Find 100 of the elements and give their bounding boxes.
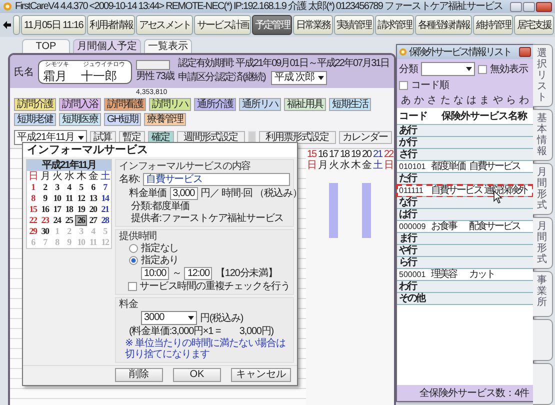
group-row[interactable]: は行 xyxy=(397,209,533,221)
sub-tab[interactable]: 月間個人予定 xyxy=(73,39,141,53)
nav-button[interactable]: アセスメント xyxy=(136,15,194,35)
service-type-button[interactable]: 通所介護 xyxy=(194,98,236,111)
weekday-label: 金 xyxy=(362,160,371,171)
calendar-day[interactable]: 24 xyxy=(51,215,63,226)
calendar-day[interactable]: 5 xyxy=(75,182,87,193)
nav-button[interactable]: 請求管理 xyxy=(374,15,414,35)
calendar-button[interactable]: カレンダー xyxy=(338,131,392,144)
calendar-day[interactable]: 8 xyxy=(27,193,39,204)
calendar-day[interactable]: 26 xyxy=(75,215,87,226)
calendar-day[interactable]: 1 xyxy=(27,182,39,193)
kana-filter-button[interactable]: は xyxy=(466,95,477,106)
service-type-button[interactable]: 療養管理 xyxy=(144,113,186,126)
dialog-button[interactable]: 削除 xyxy=(115,368,163,382)
sub-tab[interactable]: TOP xyxy=(22,39,70,53)
side-tab[interactable]: 事業所 xyxy=(533,271,553,317)
calendar-day[interactable]: 11 xyxy=(63,193,75,204)
side-tab[interactable]: 選択リスト xyxy=(533,44,553,107)
service-type-button[interactable]: 短期医療 xyxy=(59,113,101,126)
kana-filter-button[interactable]: あ xyxy=(401,95,411,106)
dialog-button[interactable]: OK xyxy=(173,368,221,382)
list-row[interactable]: 000009 お食事 配食サービス xyxy=(397,221,533,233)
kana-filter-button[interactable]: さ xyxy=(427,95,438,106)
calendar-day[interactable]: 25 xyxy=(63,215,75,226)
calendar-day[interactable]: 18 xyxy=(63,204,75,215)
calendar-day[interactable]: 13 xyxy=(87,193,99,204)
nav-button[interactable]: 維持管理 xyxy=(473,15,514,35)
calendar-day[interactable]: 23 xyxy=(39,215,51,226)
side-tab[interactable]: 月間形式 xyxy=(533,217,553,269)
calendar-day[interactable]: 17 xyxy=(51,204,63,215)
kana-filter-button[interactable]: な xyxy=(453,95,464,106)
group-row[interactable]: ら行 xyxy=(397,257,533,269)
calendar-day[interactable]: 28 xyxy=(99,215,111,226)
service-type-button[interactable]: 通所リハ xyxy=(239,98,281,111)
weekday-label: 金 xyxy=(87,171,99,182)
service-type-button[interactable]: 訪問介護 xyxy=(14,98,56,111)
calendar-day[interactable]: 30 xyxy=(39,226,51,237)
group-row[interactable]: ま行 xyxy=(397,233,533,245)
group-row[interactable]: その他 xyxy=(397,293,533,305)
calendar-day[interactable]: 6 xyxy=(87,182,99,193)
group-row[interactable]: わ行 xyxy=(397,281,533,293)
kana-filter-button[interactable]: わ xyxy=(518,95,529,106)
calendar-day[interactable]: 15 xyxy=(27,204,39,215)
weekday-label: 土 xyxy=(99,171,111,182)
calendar-day[interactable]: 20 xyxy=(87,204,99,215)
calendar-day[interactable]: 7 xyxy=(99,182,111,193)
group-row[interactable]: や行 xyxy=(397,245,533,257)
fee-dropdown[interactable]: 3000 xyxy=(141,311,197,325)
nav-button[interactable]: 日常業務 xyxy=(293,15,333,35)
nav-button[interactable]: サービス計画 xyxy=(194,15,252,35)
nav-button[interactable]: 各種登録情報 xyxy=(415,15,472,35)
calendar-day[interactable]: 22 xyxy=(27,215,39,226)
group-row[interactable]: か行 xyxy=(397,137,533,149)
sub-tab[interactable]: 一覧表示 xyxy=(144,39,192,53)
dialog-button[interactable]: キャンセル xyxy=(231,368,291,382)
end-time-input[interactable]: 12:00 xyxy=(184,267,212,280)
calendar-day[interactable]: 3 xyxy=(51,182,63,193)
kana-filter-button[interactable]: ら xyxy=(506,95,516,106)
name-input[interactable]: 自費サービス xyxy=(142,173,290,186)
list-row[interactable]: 500001 理美容 カット xyxy=(397,269,533,281)
list-row[interactable]: 010101 都度単価 自費サービス xyxy=(397,161,533,173)
service-type-button[interactable]: 訪問リハ xyxy=(149,98,191,111)
side-tab[interactable]: 月間形式 xyxy=(533,163,553,215)
start-time-input[interactable]: 10:00 xyxy=(141,267,170,280)
kana-filter-button[interactable]: ま xyxy=(480,95,490,106)
nav-button[interactable]: 実績管理 xyxy=(334,15,374,35)
calendar-day[interactable]: 9 xyxy=(39,193,51,204)
kana-filter-button[interactable]: か xyxy=(414,95,424,106)
calendar-day[interactable]: 19 xyxy=(75,204,87,215)
service-type-button[interactable]: 短期生活 xyxy=(329,98,371,111)
price-input[interactable]: 3,000 xyxy=(170,187,198,200)
service-type-button[interactable]: 訪問看護 xyxy=(104,98,146,111)
nav-button[interactable]: 予定管理 xyxy=(252,15,292,35)
group-row[interactable]: た行 xyxy=(397,173,533,185)
group-row[interactable]: あ行 xyxy=(397,125,533,137)
nav-button[interactable]: 居宅支援 xyxy=(514,15,554,35)
calendar-day[interactable]: 16 xyxy=(39,204,51,215)
calendar-day[interactable]: 14 xyxy=(99,193,111,204)
service-type-button[interactable]: GH短期 xyxy=(104,113,141,126)
manager-dropdown[interactable]: 平成 次郎 xyxy=(271,71,327,85)
weekday-label: 土 xyxy=(373,160,382,171)
calendar-day[interactable]: 12 xyxy=(75,193,87,204)
calendar-day[interactable]: 2 xyxy=(39,182,51,193)
service-type-button[interactable]: 訪問入浴 xyxy=(59,98,101,111)
calendar-day[interactable]: 29 xyxy=(27,226,39,237)
kana-filter-button[interactable]: た xyxy=(440,95,450,106)
service-type-button[interactable]: 短期老健 xyxy=(14,113,56,126)
usage-format-button[interactable]: 利用票形式設定 xyxy=(258,131,336,144)
group-row[interactable]: さ行 xyxy=(397,149,533,161)
kana-filter-button[interactable]: や xyxy=(492,95,503,106)
category-cell-text: 都度単価 xyxy=(431,161,466,172)
nav-button[interactable]: 利用者情報 xyxy=(86,15,136,35)
service-type-button[interactable]: 福祉用具 xyxy=(284,98,326,111)
side-tab[interactable]: 基本情報 xyxy=(533,109,553,161)
calendar-day[interactable]: 4 xyxy=(63,182,75,193)
calendar-day[interactable]: 10 xyxy=(51,193,63,204)
calendar-day[interactable]: 27 xyxy=(87,215,99,226)
calendar-day[interactable]: 21 xyxy=(99,204,111,215)
group-row[interactable]: な行 xyxy=(397,197,533,209)
